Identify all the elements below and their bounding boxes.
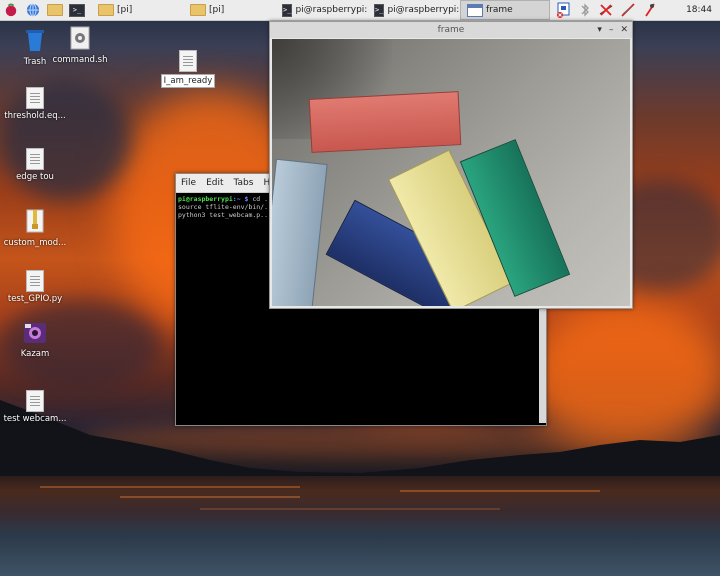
file-manager-icon: [47, 4, 63, 16]
vnc-icon[interactable]: [556, 2, 572, 18]
lake: [0, 476, 720, 576]
task-label: pi@raspberrypi: ...: [295, 5, 368, 15]
trash-icon: [26, 30, 44, 51]
close-button[interactable]: ✕: [620, 25, 628, 35]
document-icon: [179, 50, 197, 72]
menu-file[interactable]: File: [176, 178, 201, 188]
prompt-user: pi@raspberrypi: [178, 195, 233, 203]
task-file-manager-1[interactable]: [pi]: [92, 0, 184, 20]
folder-icon: [98, 4, 114, 16]
script-icon: [70, 26, 90, 50]
task-label: pi@raspberrypi: ~: [387, 5, 460, 15]
terminal-launch-button[interactable]: >_: [66, 0, 88, 20]
document-icon: [26, 390, 44, 412]
volume-muted-icon[interactable]: [620, 2, 636, 18]
menu-tabs[interactable]: Tabs: [229, 178, 259, 188]
web-browser-button[interactable]: [22, 0, 44, 20]
raspberry-pi-menu-icon: [5, 3, 17, 17]
frame-icon: [467, 3, 483, 17]
desktop-icon-threshold[interactable]: threshold.eq...: [0, 87, 70, 121]
web-browser-icon: [26, 3, 40, 17]
task-terminal-1[interactable]: >_ pi@raspberrypi: ...: [276, 0, 368, 20]
desktop-icon-test-webcam[interactable]: test webcam...: [0, 390, 70, 424]
kazam-icon: [24, 323, 46, 343]
task-label: frame: [486, 5, 513, 15]
audio-icon[interactable]: [642, 2, 658, 18]
desktop-icon-kazam[interactable]: Kazam: [0, 322, 70, 359]
document-icon: [26, 270, 44, 292]
desktop-icon-label: edge tou: [16, 172, 54, 182]
task-terminal-2[interactable]: >_ pi@raspberrypi: ~: [368, 0, 460, 20]
raspberry-pi-menu-button[interactable]: [0, 0, 22, 20]
webcam-frame-image: [272, 39, 630, 306]
taskbar: >_ [pi] [pi] >_ pi@raspberrypi: ... >_ p…: [0, 0, 720, 21]
desktop-icon-label: test webcam...: [3, 414, 67, 424]
desktop-icon-custom-model[interactable]: custom_mod...: [0, 209, 70, 248]
task-label: [pi]: [117, 5, 133, 15]
terminal-icon: >_: [374, 3, 385, 17]
archive-icon: [26, 209, 44, 233]
desktop-icon-command-sh[interactable]: command.sh: [45, 26, 115, 65]
document-icon: [26, 148, 44, 170]
desktop-icon-label: I_am_ready: [160, 74, 216, 88]
task-label: [pi]: [209, 5, 225, 15]
bluetooth-icon[interactable]: [578, 2, 592, 18]
window-title: frame: [437, 25, 465, 35]
window-menu-button[interactable]: ▾: [597, 25, 602, 35]
desktop-icon-label: custom_mod...: [3, 238, 67, 248]
network-disconnected-icon[interactable]: [598, 2, 614, 18]
menu-edit[interactable]: Edit: [201, 178, 228, 188]
desktop-icon-label: Kazam: [20, 349, 50, 359]
prompt-path: :~ $: [232, 195, 249, 203]
light-blue-block: [272, 158, 328, 306]
desktop-icon-edge[interactable]: edge tou: [0, 148, 70, 182]
task-frame[interactable]: frame: [460, 0, 550, 20]
terminal-icon: >_: [69, 3, 85, 17]
frame-window[interactable]: frame ▾ – ✕: [269, 21, 633, 309]
desktop-icon-i-am-ready[interactable]: I_am_ready: [153, 50, 223, 88]
desktop-icon-label: command.sh: [52, 55, 108, 65]
red-block: [308, 91, 462, 153]
desktop-icon-label: threshold.eq...: [4, 111, 66, 121]
file-manager-button[interactable]: [44, 0, 66, 20]
desktop-icon-label: test_GPIO.py: [7, 294, 63, 304]
minimize-button[interactable]: –: [609, 25, 614, 35]
document-icon: [26, 87, 44, 109]
folder-icon: [190, 4, 206, 16]
terminal-icon: >_: [282, 3, 293, 17]
frame-titlebar[interactable]: frame ▾ – ✕: [270, 22, 632, 38]
clock[interactable]: 18:44: [686, 5, 720, 15]
desktop-icon-test-gpio[interactable]: test_GPIO.py: [0, 270, 70, 304]
task-file-manager-2[interactable]: [pi]: [184, 0, 276, 20]
